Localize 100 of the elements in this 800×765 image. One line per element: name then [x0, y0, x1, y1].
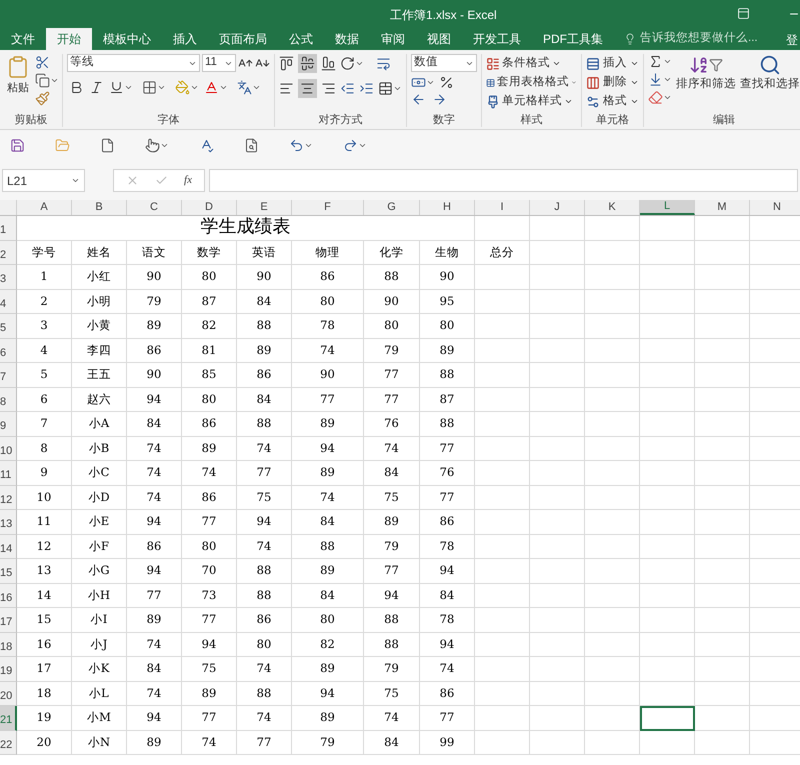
decrease-indent-icon[interactable]: [340, 81, 355, 96]
ribbon-tab[interactable]: 审阅: [370, 28, 416, 50]
column-header[interactable]: J: [530, 200, 585, 215]
row-header[interactable]: 4: [0, 290, 17, 314]
ribbon-tab[interactable]: 视图: [416, 28, 462, 50]
row-header[interactable]: 22: [0, 730, 17, 755]
sort-filter-button[interactable]: 排序和筛选: [676, 54, 736, 105]
fill-color-icon[interactable]: [175, 80, 190, 95]
caret-icon[interactable]: [355, 59, 364, 68]
redo-icon[interactable]: [343, 138, 358, 152]
row-header[interactable]: 14: [0, 534, 17, 559]
row-header[interactable]: 1: [0, 216, 17, 240]
column-header[interactable]: I: [475, 200, 530, 215]
caret-icon[interactable]: [219, 83, 228, 92]
ribbon-tab[interactable]: 插入: [162, 28, 208, 50]
paste-button[interactable]: 粘贴: [3, 54, 33, 106]
row-header[interactable]: 20: [0, 682, 17, 706]
copy-icon[interactable]: [35, 73, 50, 88]
orientation-icon[interactable]: [340, 56, 355, 71]
column-header[interactable]: B: [72, 200, 127, 215]
wrap-text-icon[interactable]: [376, 56, 391, 71]
increase-indent-icon[interactable]: [359, 81, 374, 96]
column-header[interactable]: A: [17, 200, 72, 215]
percent-icon[interactable]: [439, 75, 454, 90]
row-header[interactable]: 15: [0, 559, 17, 584]
style-menu-button[interactable]: 条件格式: [486, 54, 577, 73]
ribbon-tab[interactable]: 文件: [0, 28, 46, 50]
row-header[interactable]: 12: [0, 486, 17, 510]
caret-icon[interactable]: [124, 83, 133, 92]
underline-icon[interactable]: [109, 80, 124, 95]
row-header[interactable]: 6: [0, 338, 17, 363]
column-header[interactable]: C: [127, 200, 182, 215]
row-header[interactable]: 5: [0, 314, 17, 338]
row-header[interactable]: 11: [0, 461, 17, 486]
caret-icon[interactable]: [252, 83, 261, 92]
font-color-icon[interactable]: [204, 80, 219, 95]
row-header[interactable]: 21: [0, 706, 17, 730]
column-header[interactable]: H: [420, 200, 475, 215]
caret-icon[interactable]: [71, 176, 80, 185]
insert-function-button[interactable]: fx: [184, 172, 192, 189]
row-header[interactable]: 8: [0, 388, 17, 412]
align-middle-icon[interactable]: [300, 56, 315, 71]
align-right-icon[interactable]: [321, 81, 336, 96]
merge-icon[interactable]: [378, 81, 393, 96]
align-top-icon[interactable]: [279, 56, 294, 71]
column-header[interactable]: G: [364, 200, 420, 215]
formula-field[interactable]: [209, 169, 798, 192]
borders-icon[interactable]: [142, 80, 157, 95]
ribbon-tab[interactable]: 开发工具: [462, 28, 532, 50]
fill-icon[interactable]: [648, 72, 663, 87]
decrease-decimal-icon[interactable]: [432, 92, 447, 107]
row-header[interactable]: 16: [0, 584, 17, 608]
row-header[interactable]: 13: [0, 510, 17, 534]
name-box[interactable]: L21: [2, 169, 85, 192]
ribbon-tab[interactable]: 数据: [324, 28, 370, 50]
caret-icon[interactable]: [190, 83, 199, 92]
phonetic-icon[interactable]: [237, 80, 252, 95]
find-select-button[interactable]: 查找和选择: [740, 54, 800, 105]
ribbon-display-icon[interactable]: [737, 7, 750, 20]
increase-decimal-icon[interactable]: [411, 92, 426, 107]
align-center-icon[interactable]: [300, 81, 315, 96]
cut-icon[interactable]: [35, 55, 50, 70]
row-header[interactable]: 9: [0, 412, 17, 436]
sign-in-link[interactable]: 登: [786, 31, 798, 49]
print-preview-icon[interactable]: [244, 138, 259, 152]
cells-menu-button[interactable]: 插入: [586, 54, 639, 73]
caret-icon[interactable]: [393, 84, 402, 93]
new-file-icon[interactable]: [100, 138, 115, 152]
undo-icon[interactable]: [289, 138, 304, 152]
column-header[interactable]: N: [750, 200, 800, 215]
column-header[interactable]: F: [292, 200, 364, 215]
italic-icon[interactable]: [89, 80, 104, 95]
align-left-icon[interactable]: [279, 81, 294, 96]
column-header[interactable]: M: [695, 200, 750, 215]
style-menu-button[interactable]: 套用表格格式: [486, 73, 577, 92]
caret-icon[interactable]: [426, 78, 435, 87]
ribbon-tab[interactable]: 页面布局: [208, 28, 278, 50]
number-format-field[interactable]: 数值: [411, 54, 477, 72]
ribbon-tab[interactable]: PDF工具集: [532, 28, 614, 50]
row-header[interactable]: 3: [0, 265, 17, 290]
cells-menu-button[interactable]: 删除: [586, 73, 639, 92]
align-bottom-icon[interactable]: [321, 56, 336, 71]
caret-icon[interactable]: [50, 76, 59, 85]
column-header[interactable]: D: [182, 200, 237, 215]
row-header[interactable]: 7: [0, 363, 17, 388]
save-icon[interactable]: [10, 138, 25, 152]
row-header[interactable]: 19: [0, 657, 17, 682]
column-header[interactable]: E: [237, 200, 292, 215]
row-header[interactable]: 17: [0, 608, 17, 632]
row-header[interactable]: 18: [0, 632, 17, 657]
row-header[interactable]: 10: [0, 436, 17, 461]
font-size-field[interactable]: 11: [202, 54, 236, 72]
column-header[interactable]: L: [640, 200, 695, 215]
style-menu-button[interactable]: 单元格样式: [486, 92, 577, 111]
row-header[interactable]: 2: [0, 240, 17, 265]
cells-menu-button[interactable]: 格式: [586, 92, 639, 111]
font-name-field[interactable]: 等线: [67, 54, 200, 72]
format-painter-icon[interactable]: [35, 91, 50, 106]
touch-mode-icon[interactable]: [145, 138, 160, 152]
eraser-icon[interactable]: [648, 90, 663, 105]
